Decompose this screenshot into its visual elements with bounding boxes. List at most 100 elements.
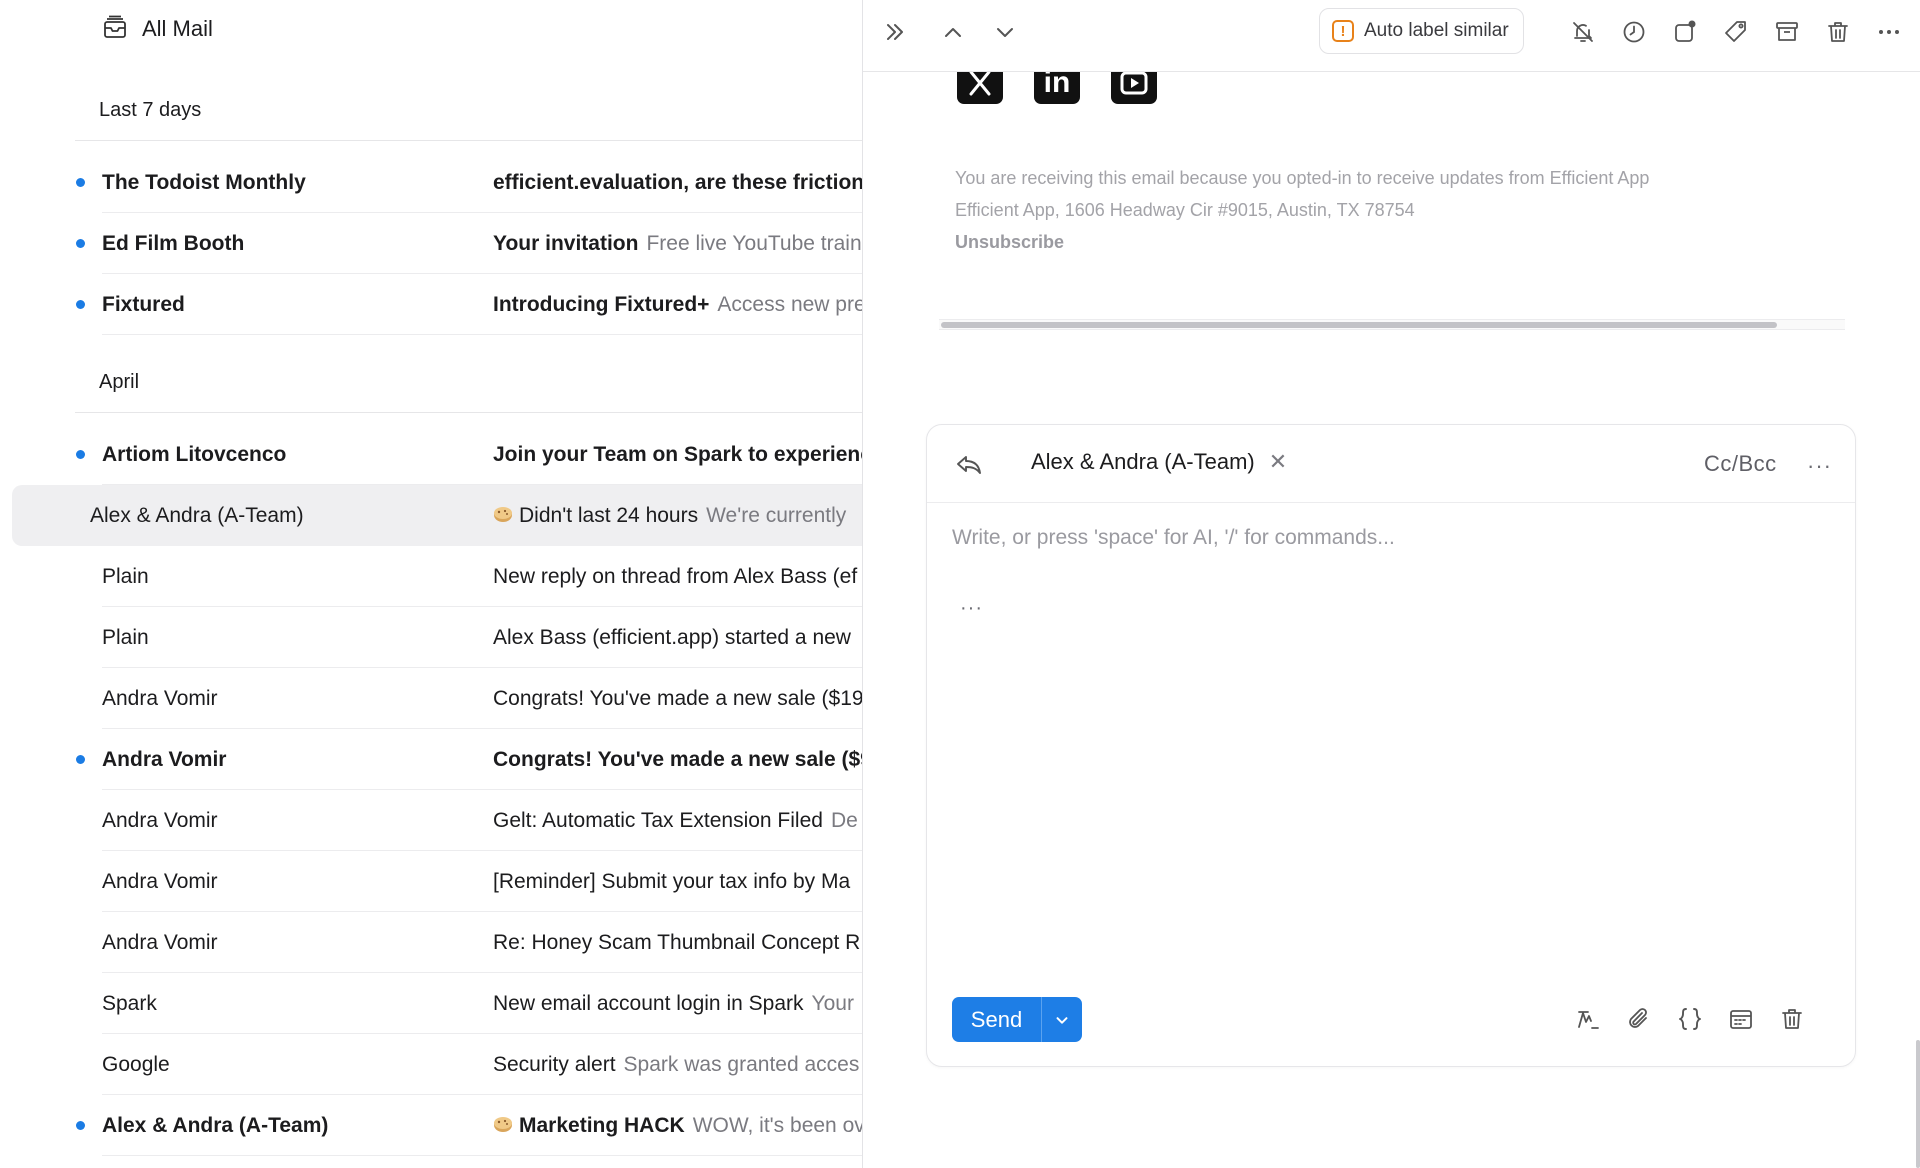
unread-indicator: [76, 424, 85, 485]
mail-subject-line: New reply on thread from Alex Bass (ef: [493, 565, 862, 589]
mail-preview: Spark was granted acces: [623, 1052, 860, 1076]
archive-icon[interactable]: [1773, 18, 1801, 46]
unread-dot-icon: [76, 1121, 85, 1130]
mail-row[interactable]: Andra Vomir Gelt: Automatic Tax Extension…: [0, 790, 862, 851]
mail-preview: Access new pre: [717, 292, 862, 316]
reply-composer: Alex & Andra (A-Team) ✕ Cc/Bcc ··· Write…: [926, 424, 1856, 1067]
mail-subject: Security alert: [493, 1052, 616, 1076]
mail-subject: Congrats! You've made a new sale ($9: [493, 747, 862, 771]
mail-preview: Free live YouTube traini: [646, 231, 862, 255]
mail-row[interactable]: The Todoist Monthly efficient.evaluation,…: [0, 152, 862, 213]
mail-subject: Your invitation: [493, 231, 639, 255]
mail-row[interactable]: Artiom Litovcenco Join your Team on Spark…: [0, 424, 862, 485]
mail-sender: The Todoist Monthly: [102, 170, 306, 194]
message-body-input[interactable]: Write, or press 'space' for AI, '/' for …: [952, 526, 1832, 550]
mail-sender: Alex & Andra (A-Team): [90, 503, 304, 527]
unread-dot-icon: [76, 450, 85, 459]
more-icon[interactable]: [1875, 18, 1903, 46]
mail-subject-line: Marketing HACK WOW, it's been ov: [493, 1114, 862, 1138]
remove-recipient-icon[interactable]: ✕: [1269, 451, 1287, 473]
composer-header: Alex & Andra (A-Team) ✕ Cc/Bcc ···: [927, 425, 1855, 503]
mail-subject-line: Re: Honey Scam Thumbnail Concept R: [493, 931, 862, 955]
mail-sender: Plain: [102, 625, 149, 649]
pin-icon[interactable]: [1671, 18, 1699, 46]
cookie-emoji-icon: [494, 1116, 512, 1132]
mail-sender: Google: [102, 1052, 170, 1076]
mail-subject-line: Introducing Fixtured+ Access new pre: [493, 293, 862, 317]
mail-subject-line: efficient.evaluation, are these friction: [493, 171, 862, 195]
next-message-icon[interactable]: [991, 18, 1019, 46]
mail-sender: Andra Vomir: [102, 808, 218, 832]
mail-subject-line: Your invitation Free live YouTube traini: [493, 232, 862, 256]
label-tag-icon[interactable]: [1722, 18, 1750, 46]
unread-indicator: [76, 729, 85, 790]
mail-sender: Andra Vomir: [102, 869, 218, 893]
section-divider: [75, 412, 862, 413]
mail-sender: Fixtured: [102, 292, 185, 316]
unread-indicator: [76, 213, 85, 274]
mail-row[interactable]: Andra Vomir Re: Honey Scam Thumbnail Conc…: [0, 912, 862, 973]
mute-bell-icon[interactable]: [1569, 18, 1597, 46]
mail-subject: Introducing Fixtured+: [493, 292, 710, 316]
mail-preview: De: [830, 808, 858, 832]
mail-row[interactable]: Andra Vomir Congrats! You've made a new s…: [0, 729, 862, 790]
mail-sender: Spark: [102, 991, 157, 1015]
mail-subject-line: Congrats! You've made a new sale ($19: [493, 687, 862, 711]
mail-list-pane: All Mail Last 7 days The Todoist Monthly…: [0, 0, 862, 1168]
mail-sender: Ed Film Booth: [102, 231, 245, 255]
mail-subject: Join your Team on Spark to experience: [493, 442, 862, 466]
mail-row[interactable]: Andra Vomir [Reminder] Submit your tax in…: [0, 851, 862, 912]
mail-row[interactable]: Ed Film Booth Your invitation Free live Yo…: [0, 213, 862, 274]
vertical-scrollbar[interactable]: [1916, 1040, 1920, 1168]
mail-row[interactable]: Spark New email account login in Spark You…: [0, 973, 862, 1034]
mail-subject: Marketing HACK: [519, 1113, 685, 1137]
horizontal-scrollbar[interactable]: [939, 319, 1845, 330]
mail-subject-line: [Reminder] Submit your tax info by Ma: [493, 870, 862, 894]
mail-subject-line: Gelt: Automatic Tax Extension Filed De: [493, 809, 862, 833]
show-quoted-text-button[interactable]: ···: [960, 597, 983, 620]
discard-draft-trash-icon[interactable]: [1778, 1005, 1806, 1033]
warning-icon: !: [1332, 20, 1354, 42]
unread-dot-icon: [76, 178, 85, 187]
composer-more-icon[interactable]: ···: [1807, 453, 1832, 479]
mail-subject: Gelt: Automatic Tax Extension Filed: [493, 808, 823, 832]
mail-subject: Alex Bass (efficient.app) started a new: [493, 625, 851, 649]
mail-subject: efficient.evaluation, are these friction: [493, 170, 862, 194]
reply-mode-icon[interactable]: [955, 451, 983, 479]
cookie-emoji-icon: [494, 506, 512, 522]
template-braces-icon[interactable]: [1676, 1005, 1704, 1033]
mail-row[interactable]: Fixtured Introducing Fixtured+ Access new …: [0, 274, 862, 335]
mailbox-title: All Mail: [142, 16, 213, 41]
mail-subject: New reply on thread from Alex Bass (ef: [493, 564, 858, 588]
auto-label-similar-button[interactable]: ! Auto label similar: [1319, 8, 1524, 54]
attachment-icon[interactable]: [1625, 1005, 1653, 1033]
trash-icon[interactable]: [1824, 18, 1852, 46]
send-button-group: Send: [952, 997, 1082, 1042]
signature-icon[interactable]: [1574, 1005, 1602, 1033]
mail-subject: New email account login in Spark: [493, 991, 804, 1015]
mail-row[interactable]: Alex & Andra (A-Team) Marketing HACK WOW, …: [0, 1095, 862, 1156]
recipient-chip[interactable]: Alex & Andra (A-Team) ✕: [1031, 449, 1287, 475]
previous-message-icon[interactable]: [939, 18, 967, 46]
snooze-clock-icon[interactable]: [1620, 18, 1648, 46]
mail-row[interactable]: Andra Vomir Congrats! You've made a new s…: [0, 668, 862, 729]
mail-row[interactable]: Plain Alex Bass (efficient.app) started a…: [0, 607, 862, 668]
unsubscribe-link[interactable]: Unsubscribe: [955, 232, 1064, 252]
mail-sender: Andra Vomir: [102, 930, 218, 954]
horizontal-scrollbar-thumb[interactable]: [941, 322, 1777, 328]
mail-row[interactable]: Plain New reply on thread from Alex Bass …: [0, 546, 862, 607]
unread-dot-icon: [76, 239, 85, 248]
mail-sender: Plain: [102, 564, 149, 588]
cc-bcc-button[interactable]: Cc/Bcc: [1704, 451, 1777, 477]
mailbox-header[interactable]: All Mail: [102, 12, 213, 46]
mail-sender: Andra Vomir: [102, 686, 218, 710]
unread-indicator: [76, 152, 85, 213]
mail-row[interactable]: Google Security alert Spark was granted ac…: [0, 1034, 862, 1095]
collapse-pane-icon[interactable]: [881, 18, 909, 46]
send-options-chevron-icon[interactable]: [1042, 997, 1082, 1042]
mail-subject-line: Congrats! You've made a new sale ($9: [493, 748, 862, 772]
send-button[interactable]: Send: [952, 997, 1042, 1042]
mail-row[interactable]: Alex & Andra (A-Team) Didn't last 24 hour…: [12, 485, 862, 546]
schedule-calendar-icon[interactable]: [1727, 1005, 1755, 1033]
unread-dot-icon: [76, 755, 85, 764]
